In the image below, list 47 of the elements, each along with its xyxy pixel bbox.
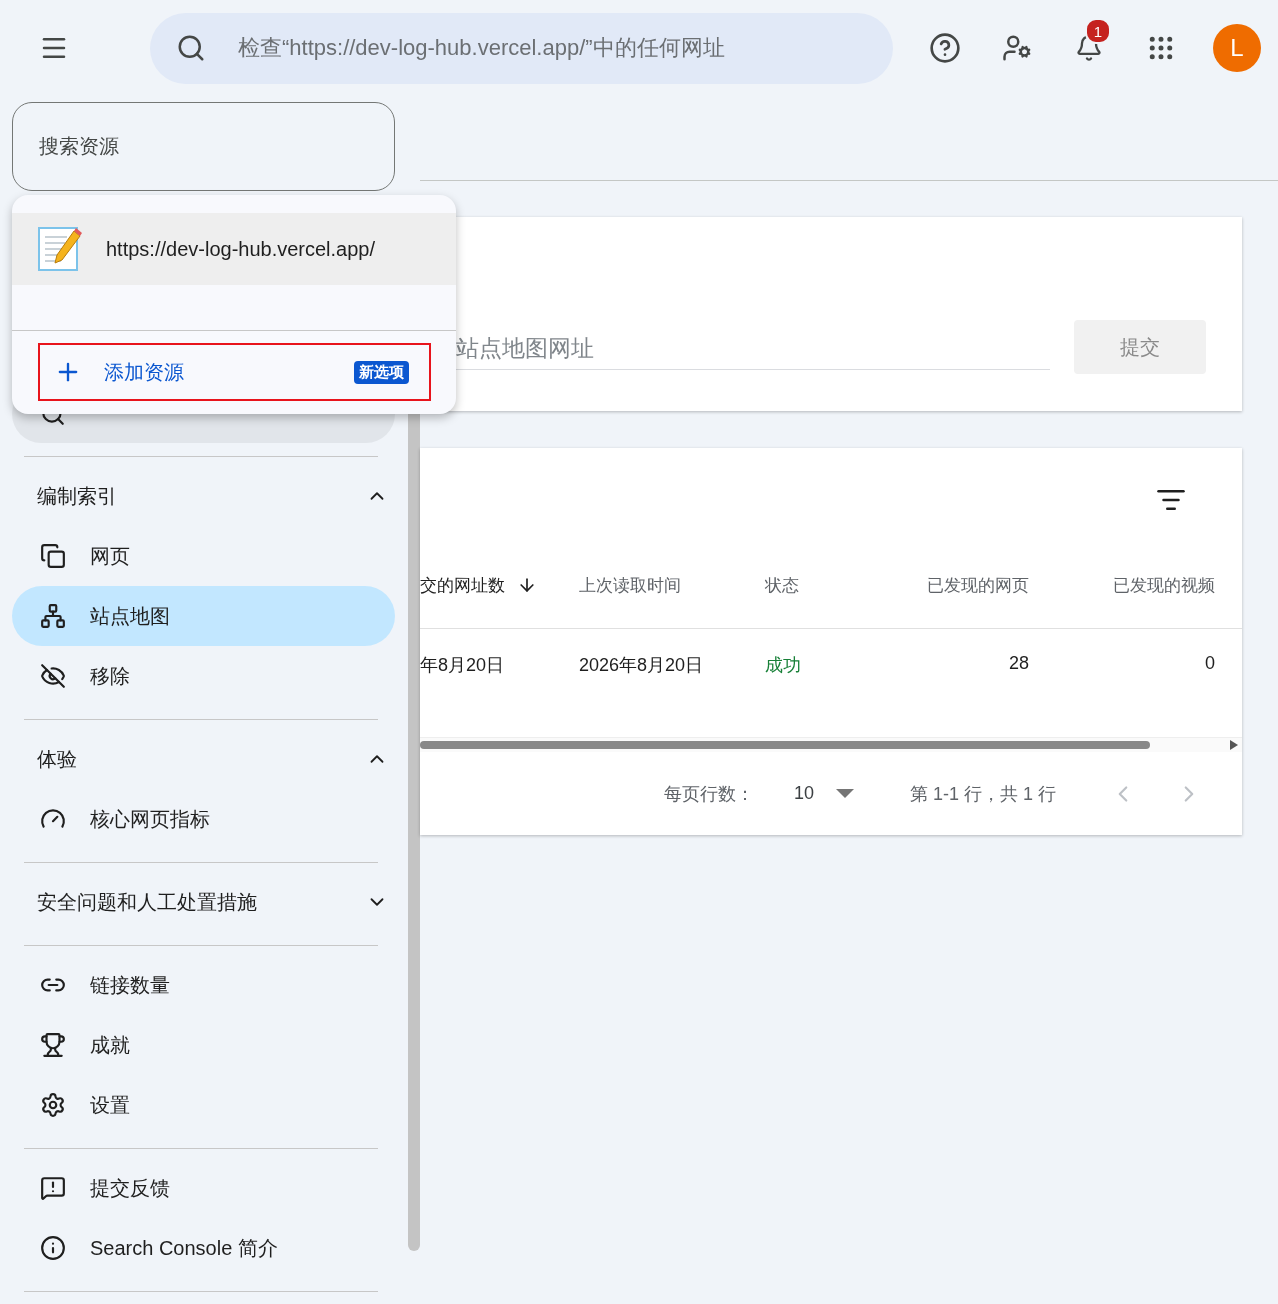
- nav-item[interactable]: 移除: [12, 646, 395, 706]
- nav-icon: [40, 1235, 66, 1261]
- new-badge: 新选项: [354, 360, 409, 384]
- table-cell-text: 28: [1007, 653, 1029, 674]
- search-field[interactable]: 检查“https://dev-log-hub.vercel.app/”中的任何网址: [236, 34, 893, 62]
- search-bar[interactable]: 检查“https://dev-log-hub.vercel.app/”中的任何网址: [150, 12, 893, 84]
- nav-icon: [40, 1032, 66, 1058]
- add-resource-button[interactable]: 添加资源 新选项: [38, 343, 431, 401]
- status-cell-text: 成功: [765, 654, 802, 677]
- horizontal-scrollbar-thumb[interactable]: [420, 741, 1150, 749]
- rows-per-page-select[interactable]: 10: [793, 783, 814, 804]
- nav-item[interactable]: Search Console 简介: [12, 1218, 395, 1278]
- column-header[interactable]: 已发现的视频: [1029, 573, 1215, 597]
- column-header[interactable]: 上次读取时间: [579, 573, 765, 597]
- search-icon: [176, 33, 206, 63]
- table-cell-text: 年8月20日: [420, 654, 506, 677]
- nav-icon: [40, 1175, 66, 1201]
- section-header[interactable]: 编制索引: [0, 466, 408, 526]
- nav-item[interactable]: 网页: [12, 526, 395, 586]
- section-header[interactable]: 体验: [0, 729, 408, 789]
- notification-badge: 1: [1085, 18, 1111, 44]
- table-cell-text: 0: [1204, 653, 1215, 674]
- nav-item[interactable]: 站点地图: [12, 586, 395, 646]
- nav-icon: [40, 543, 66, 569]
- resource-search-field[interactable]: 搜索资源: [12, 102, 395, 191]
- nav-item[interactable]: 核心网页指标: [12, 789, 395, 849]
- column-header[interactable]: 状态: [765, 573, 880, 597]
- section-header[interactable]: 安全问题和人工处置措施: [0, 872, 408, 932]
- scroll-right-icon[interactable]: [1230, 740, 1238, 750]
- column-header[interactable]: 交的网址数: [420, 573, 579, 597]
- help-icon: [929, 32, 961, 64]
- notepad-icon: [36, 225, 84, 273]
- nav-item[interactable]: 成就: [12, 1015, 395, 1075]
- nav-icon: [40, 1092, 66, 1118]
- dropdown-icon[interactable]: [835, 789, 854, 798]
- column-header[interactable]: 已发现的网页: [880, 573, 1029, 597]
- notifications-button[interactable]: 1: [1061, 20, 1117, 76]
- nav-item[interactable]: 设置: [12, 1075, 395, 1135]
- rows-per-page-label: 每页行数：: [663, 782, 754, 806]
- table-cell-text: 2026年8月20日: [579, 654, 705, 677]
- page-range: 第 1-1 行，共 1 行: [909, 782, 1056, 806]
- user-gear-icon: [1002, 33, 1032, 63]
- nav-icon: [40, 663, 66, 689]
- nav-item[interactable]: 链接数量: [12, 955, 395, 1015]
- nav-item[interactable]: 提交反馈: [12, 1158, 395, 1218]
- resource-item[interactable]: https://dev-log-hub.vercel.app/: [12, 213, 456, 285]
- nav-icon: [40, 603, 66, 629]
